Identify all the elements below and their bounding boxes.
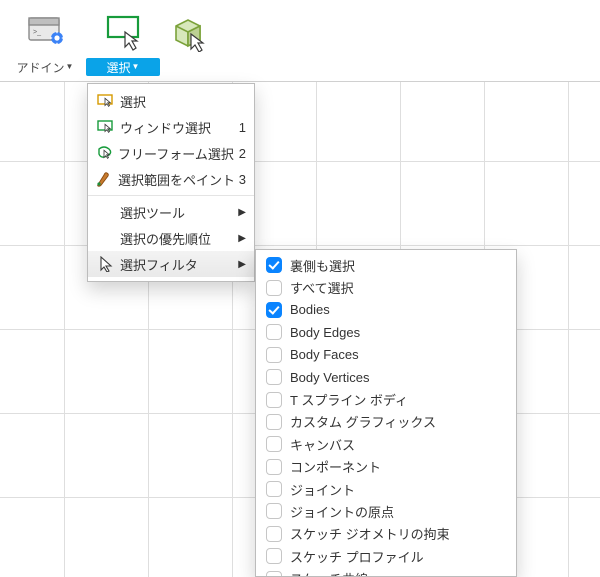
filter-row[interactable]: カスタム グラフィックス bbox=[256, 411, 516, 433]
filter-row[interactable]: T スプライン ボディ bbox=[256, 388, 516, 410]
menu-item-paint-select[interactable]: 選択範囲をペイント 3 bbox=[88, 166, 254, 192]
menu-label: フリーフォーム選択 bbox=[114, 144, 234, 163]
filter-row[interactable]: ジョイント bbox=[256, 478, 516, 500]
select-dropdown-menu: 選択 ウィンドウ選択 1 フリーフォーム選択 2 選択範囲をペイント 3 選択ツ… bbox=[87, 83, 255, 282]
checkbox-icon[interactable] bbox=[266, 548, 282, 564]
select-rectangle-tool[interactable]: 選択 ▼ bbox=[86, 4, 160, 78]
checkbox-icon[interactable] bbox=[266, 369, 282, 385]
brush-icon bbox=[96, 172, 114, 187]
checkbox-icon[interactable] bbox=[266, 347, 282, 363]
checkbox-icon[interactable] bbox=[266, 324, 282, 340]
filter-label: スケッチ曲線 bbox=[290, 569, 368, 577]
filter-label: カスタム グラフィックス bbox=[290, 412, 436, 431]
menu-item-select-priority[interactable]: 選択の優先順位 ▶ bbox=[88, 225, 254, 251]
filter-row[interactable]: キャンバス bbox=[256, 433, 516, 455]
dropdown-triangle-icon: ▼ bbox=[132, 63, 140, 71]
addins-label-text: アドイン bbox=[17, 59, 65, 76]
menu-label: 選択ツール bbox=[116, 203, 232, 222]
checkbox-icon[interactable] bbox=[266, 436, 282, 452]
filter-label: スケッチ プロファイル bbox=[290, 547, 424, 566]
addins-icon: >_ bbox=[8, 6, 82, 56]
addins-tool[interactable]: >_ アドイン ▼ bbox=[8, 4, 82, 78]
submenu-arrow-icon: ▶ bbox=[232, 233, 246, 244]
select-filters-submenu: 裏側も選択すべて選択 Bodies Body Edges Body Faces Body… bbox=[255, 249, 517, 577]
checkbox-icon[interactable] bbox=[266, 257, 282, 273]
dropdown-triangle-icon: ▼ bbox=[66, 63, 74, 71]
menu-label: 選択範囲をペイント bbox=[114, 170, 235, 189]
select-icon bbox=[96, 94, 116, 109]
filter-row[interactable]: スケッチ曲線 bbox=[256, 567, 516, 577]
svg-text:>_: >_ bbox=[33, 29, 41, 36]
filter-row[interactable]: Bodies bbox=[256, 299, 516, 321]
checkbox-icon[interactable] bbox=[266, 571, 282, 577]
filter-label: スケッチ ジオメトリの拘束 bbox=[290, 524, 450, 543]
menu-separator bbox=[88, 195, 254, 196]
checkbox-icon[interactable] bbox=[266, 392, 282, 408]
checkbox-icon[interactable] bbox=[266, 414, 282, 430]
filter-label: 裏側も選択 bbox=[290, 256, 355, 275]
filter-label: ジョイント bbox=[290, 480, 355, 499]
menu-item-select-filters[interactable]: 選択フィルタ ▶ bbox=[88, 251, 254, 277]
checkbox-icon[interactable] bbox=[266, 280, 282, 296]
menu-label: 選択の優先順位 bbox=[116, 229, 232, 248]
freeform-select-icon bbox=[96, 146, 114, 161]
filter-row[interactable]: すべて選択 bbox=[256, 276, 516, 298]
addins-label[interactable]: アドイン ▼ bbox=[8, 58, 82, 76]
filter-label: Bodies bbox=[290, 302, 330, 317]
menu-label: ウィンドウ選択 bbox=[116, 118, 232, 137]
filter-row[interactable]: Body Vertices bbox=[256, 366, 516, 388]
checkbox-icon[interactable] bbox=[266, 302, 282, 318]
menu-item-freeform-select[interactable]: フリーフォーム選択 2 bbox=[88, 140, 254, 166]
menu-label: 選択フィルタ bbox=[116, 255, 232, 274]
select-label[interactable]: 選択 ▼ bbox=[86, 58, 160, 76]
menu-item-select[interactable]: 選択 bbox=[88, 88, 254, 114]
filter-row[interactable]: コンポーネント bbox=[256, 456, 516, 478]
checkbox-icon[interactable] bbox=[266, 503, 282, 519]
filter-label: コンポーネント bbox=[290, 457, 381, 476]
shortcut-key: 3 bbox=[235, 172, 246, 187]
checkbox-icon[interactable] bbox=[266, 526, 282, 542]
filter-row[interactable]: スケッチ ジオメトリの拘束 bbox=[256, 523, 516, 545]
shortcut-key: 2 bbox=[234, 146, 246, 161]
filter-label: すべて選択 bbox=[290, 278, 354, 297]
checkbox-icon[interactable] bbox=[266, 459, 282, 475]
shortcut-key: 1 bbox=[232, 120, 246, 135]
filter-row[interactable]: スケッチ プロファイル bbox=[256, 545, 516, 567]
filter-label: キャンバス bbox=[290, 435, 355, 454]
filter-label: ジョイントの原点 bbox=[290, 502, 394, 521]
menu-item-window-select[interactable]: ウィンドウ選択 1 bbox=[88, 114, 254, 140]
submenu-arrow-icon: ▶ bbox=[232, 207, 246, 218]
cube-label-spacer bbox=[164, 58, 214, 76]
filter-label: Body Faces bbox=[290, 347, 359, 362]
menu-item-select-tools[interactable]: 選択ツール ▶ bbox=[88, 199, 254, 225]
toolbar: >_ アドイン ▼ 選択 ▼ bbox=[0, 0, 600, 82]
submenu-arrow-icon: ▶ bbox=[232, 259, 246, 270]
cube-tool[interactable] bbox=[164, 4, 214, 78]
filter-row[interactable]: Body Edges bbox=[256, 321, 516, 343]
window-select-icon bbox=[96, 120, 116, 135]
select-rectangle-icon bbox=[86, 6, 160, 56]
checkbox-icon[interactable] bbox=[266, 481, 282, 497]
filter-row[interactable]: ジョイントの原点 bbox=[256, 500, 516, 522]
cube-icon bbox=[164, 6, 214, 56]
filter-row[interactable]: 裏側も選択 bbox=[256, 254, 516, 276]
filter-label: Body Vertices bbox=[290, 370, 370, 385]
filter-label: Body Edges bbox=[290, 325, 360, 340]
menu-label: 選択 bbox=[116, 92, 232, 111]
cursor-icon bbox=[96, 256, 116, 272]
select-label-text: 選択 bbox=[107, 59, 131, 76]
filter-row[interactable]: Body Faces bbox=[256, 344, 516, 366]
filter-label: T スプライン ボディ bbox=[290, 390, 408, 409]
